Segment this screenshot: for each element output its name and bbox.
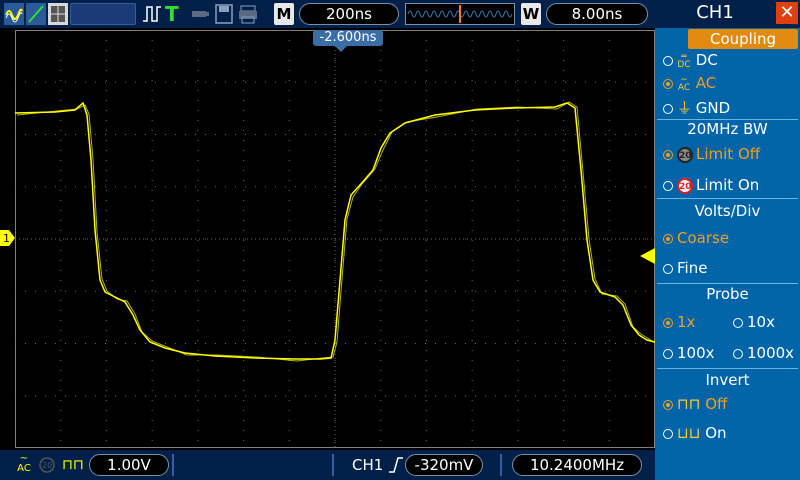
bottom-status-bar: ∼ AC 20 ⊓⊓ 1.00V CH1 -320mV 10.2400MHz: [0, 450, 655, 480]
volts-div-header: Volts/Div: [694, 202, 761, 220]
bw-off-icon-text: 20: [679, 150, 692, 161]
radio-icon: [663, 55, 673, 66]
bandwidth-option-limit-on[interactable]: 20 Limit On: [663, 176, 759, 194]
radio-icon: [663, 233, 673, 244]
radio-icon: [663, 348, 673, 359]
separator: [657, 283, 798, 284]
trigger-status-indicator: T: [165, 2, 179, 26]
radio-icon: [663, 263, 673, 274]
separator: [657, 368, 798, 369]
close-icon[interactable]: ✕: [776, 2, 798, 24]
trigger-edge-icon: [143, 6, 161, 22]
bandwidth-limit-icon: 20: [39, 457, 55, 473]
dc-icon-label: DC: [677, 59, 691, 70]
probe-header: Probe: [706, 285, 749, 303]
volts-div-option-fine[interactable]: Fine: [663, 259, 707, 277]
bw-on-icon: 20: [677, 177, 693, 194]
divider: [172, 454, 174, 476]
probe-option-10x[interactable]: 10x: [733, 313, 775, 331]
ac-icon-label: AC: [677, 82, 691, 93]
waveform-type-icon[interactable]: [4, 3, 24, 25]
window-time-value[interactable]: 8.00ns: [546, 3, 648, 25]
radio-icon: [663, 399, 673, 410]
invert-header: Invert: [705, 371, 750, 389]
save-disk-icon[interactable]: [214, 3, 234, 25]
divider: [332, 454, 334, 476]
volts-div-option-coarse[interactable]: Coarse: [663, 229, 729, 247]
grid-mode-icon[interactable]: [48, 3, 68, 25]
coupling-header: Coupling: [688, 29, 798, 49]
timebase-value[interactable]: 200ns: [299, 3, 399, 25]
divider: [500, 454, 502, 476]
probe-option-1000x[interactable]: 1000x: [733, 344, 794, 362]
window-timebase-label: W: [521, 3, 541, 25]
channel-1-marker[interactable]: 1: [0, 230, 15, 246]
usb-icon: [192, 11, 209, 17]
dc-icon: ═ DC: [677, 51, 691, 70]
separator: [657, 198, 798, 199]
invert-option-on[interactable]: ⊔⊔ On: [663, 424, 727, 442]
trigger-source-label: CH1: [352, 456, 384, 474]
probe-option-100x[interactable]: 100x: [663, 344, 715, 362]
radio-icon: [663, 149, 673, 160]
menu-title-bar: CH1 ✕: [655, 0, 800, 28]
frequency-counter-value: 10.2400MHz: [512, 454, 642, 476]
status-field: [70, 3, 136, 25]
vector-mode-icon[interactable]: [26, 3, 46, 25]
print-icon[interactable]: [238, 3, 258, 25]
probe-option-1x[interactable]: 1x: [663, 313, 695, 331]
ac-coupling-icon: ∼ AC: [17, 453, 31, 474]
bw-on-icon-text: 20: [679, 181, 692, 192]
channel-menu-panel: CH1 ✕ Coupling ═ DC DC ∼ AC AC ⏚ GND 20MHz…: [655, 0, 800, 480]
volts-per-div-value[interactable]: 1.00V: [89, 454, 169, 476]
radio-icon: [663, 180, 673, 191]
coupling-option-dc[interactable]: ═ DC DC: [663, 51, 718, 69]
radio-icon: [733, 317, 743, 328]
bw-off-icon: 20: [677, 146, 693, 163]
trigger-level-arrow[interactable]: [640, 248, 655, 264]
invert-on-icon: ⊔⊔: [677, 424, 701, 442]
ground-icon: ⏚: [677, 99, 693, 117]
coupling-option-gnd[interactable]: ⏚ GND: [663, 97, 730, 118]
memory-overview-icon: [407, 5, 513, 23]
main-timebase-label: M: [274, 3, 294, 25]
trigger-level-value[interactable]: -320mV: [405, 454, 483, 476]
radio-icon: [663, 78, 673, 89]
memory-depth-bar[interactable]: [405, 3, 515, 25]
ac-icon: ∼ AC: [677, 74, 691, 93]
invert-off-icon: ⊓⊓: [62, 457, 84, 473]
bandwidth-limit-icon-text: 20: [42, 461, 52, 470]
bandwidth-option-limit-off[interactable]: 20 Limit Off: [663, 145, 760, 163]
coupling-option-ac[interactable]: ∼ AC AC: [663, 74, 716, 92]
waveform-display[interactable]: [14, 30, 658, 448]
bandwidth-header: 20MHz BW: [687, 120, 768, 138]
radio-icon: [733, 348, 743, 359]
trigger-position-marker[interactable]: -2.600ns: [313, 30, 383, 52]
channel-1-marker-label: 1: [3, 232, 10, 245]
radio-icon: [663, 103, 673, 114]
top-status-bar: T M 200ns W 8.00ns: [0, 0, 655, 28]
menu-title: CH1: [696, 2, 734, 23]
graticule: [14, 30, 658, 448]
rising-edge-icon: [389, 457, 403, 473]
invert-option-off[interactable]: ⊓⊓ Off: [663, 395, 727, 413]
invert-off-icon: ⊓⊓: [677, 395, 701, 413]
radio-icon: [663, 428, 673, 439]
radio-icon: [663, 317, 673, 328]
